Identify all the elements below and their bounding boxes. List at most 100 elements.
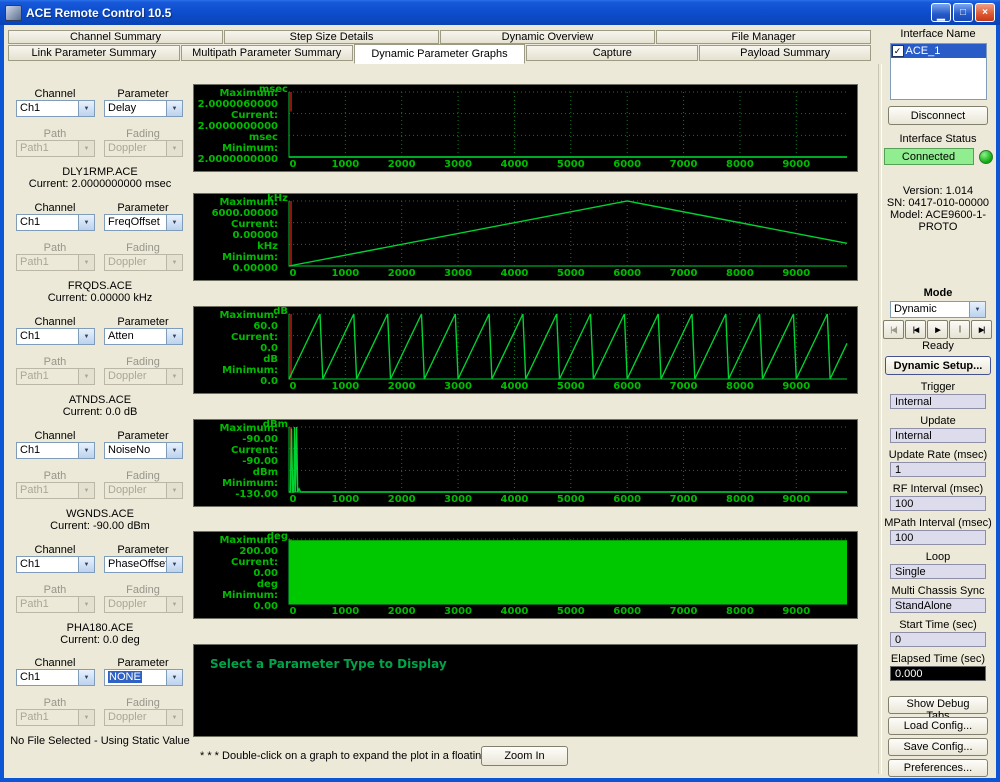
- field-trigger[interactable]: Internal: [890, 394, 986, 409]
- interface-list-item[interactable]: ✓ ACE_1: [891, 44, 986, 58]
- channel-select[interactable]: Ch1▼: [16, 669, 95, 686]
- svg-text:3000: 3000: [444, 159, 472, 170]
- chevron-down-icon[interactable]: ▼: [78, 557, 94, 572]
- load-config-button[interactable]: Load Config...: [888, 717, 988, 735]
- graph-noiseno[interactable]: 0100020003000400050006000700080009000Max…: [193, 419, 858, 507]
- graph-current-label: Current:0.0dB: [194, 332, 278, 365]
- interval-fields: TriggerInternalUpdateInternalUpdate Rate…: [880, 375, 996, 681]
- graph-phaseoffset[interactable]: 0100020003000400050006000700080009000Max…: [193, 531, 858, 619]
- graph-freqoffset[interactable]: 0100020003000400050006000700080009000Max…: [193, 193, 858, 281]
- svg-text:4000: 4000: [501, 159, 529, 170]
- chevron-down-icon[interactable]: ▼: [166, 557, 182, 572]
- svg-text:6000: 6000: [613, 381, 641, 392]
- chevron-down-icon[interactable]: ▼: [78, 215, 94, 230]
- chevron-down-icon[interactable]: ▼: [78, 670, 94, 685]
- graph-plot[interactable]: 0100020003000400050006000700080009000: [194, 532, 857, 618]
- current-value: Current: -90.00 dBm: [8, 520, 192, 532]
- combo-value: Doppler: [105, 141, 166, 156]
- svg-text:4000: 4000: [501, 268, 529, 279]
- transport-step-back-button[interactable]: |◀: [905, 320, 926, 339]
- svg-text:1000: 1000: [331, 381, 359, 392]
- tab-file-manager[interactable]: File Manager: [656, 30, 871, 44]
- tab-dynamic-parameter-graphs[interactable]: Dynamic Parameter Graphs: [354, 44, 526, 64]
- field-label-start-time-sec: Start Time (sec): [899, 619, 977, 631]
- tab-channel-summary[interactable]: Channel Summary: [8, 30, 223, 44]
- field-label: Path: [16, 356, 94, 368]
- chevron-down-icon[interactable]: ▼: [166, 670, 182, 685]
- field-loop[interactable]: Single: [890, 564, 986, 579]
- tab-capture[interactable]: Capture: [526, 45, 698, 61]
- parameter-select[interactable]: FreqOffset▼: [104, 214, 183, 231]
- current-value: Current: 0.0 dB: [8, 406, 192, 418]
- transport-skip-end-button[interactable]: ▶|: [971, 320, 992, 339]
- field-rf-interval-msec[interactable]: 100: [890, 496, 986, 511]
- chevron-down-icon[interactable]: ▼: [166, 443, 182, 458]
- parameter-select[interactable]: Delay▼: [104, 100, 183, 117]
- graph-none[interactable]: Select a Parameter Type to Display: [193, 644, 858, 737]
- zoom-in-button[interactable]: Zoom In: [481, 746, 568, 766]
- tab-multipath-parameter-summary[interactable]: Multipath Parameter Summary: [181, 45, 353, 61]
- minimize-button[interactable]: ▁: [931, 3, 951, 22]
- mode-select[interactable]: Dynamic ▼: [890, 301, 986, 318]
- show-debug-tabs-button[interactable]: Show Debug Tabs: [888, 696, 988, 714]
- parameter-select[interactable]: PhaseOffset▼: [104, 556, 183, 573]
- svg-text:5000: 5000: [557, 381, 585, 392]
- graphs-area: 0100020003000400050006000700080009000Max…: [193, 0, 858, 782]
- field-label-multi-chassis-sync: Multi Chassis Sync: [892, 585, 985, 597]
- chevron-down-icon: ▼: [78, 483, 94, 498]
- current-value: Current: 0.00000 kHz: [8, 292, 192, 304]
- channel-select[interactable]: Ch1▼: [16, 442, 95, 459]
- parameter-select[interactable]: NONE▼: [104, 669, 183, 686]
- fading-parameter-select: Doppler▼: [104, 709, 183, 726]
- parameter-select[interactable]: Atten▼: [104, 328, 183, 345]
- interface-list[interactable]: ✓ ACE_1: [890, 43, 987, 100]
- file-name: WGNDS.ACE: [8, 508, 192, 520]
- channel-select[interactable]: Ch1▼: [16, 556, 95, 573]
- field-start-time-sec[interactable]: 0: [890, 632, 986, 647]
- tab-step-size-details[interactable]: Step Size Details: [224, 30, 439, 44]
- parameter-select[interactable]: NoiseNo▼: [104, 442, 183, 459]
- chevron-down-icon[interactable]: ▼: [969, 302, 985, 317]
- tab-dynamic-overview[interactable]: Dynamic Overview: [440, 30, 655, 44]
- chevron-down-icon: ▼: [78, 597, 94, 612]
- path-select: Path1▼: [16, 254, 95, 271]
- chevron-down-icon[interactable]: ▼: [78, 329, 94, 344]
- field-mpath-interval-msec[interactable]: 100: [890, 530, 986, 545]
- chevron-down-icon[interactable]: ▼: [166, 215, 182, 230]
- field-update-rate-msec[interactable]: 1: [890, 462, 986, 477]
- field-label: Channel: [16, 544, 94, 556]
- channel-select[interactable]: Ch1▼: [16, 100, 95, 117]
- channel-select[interactable]: Ch1▼: [16, 328, 95, 345]
- chevron-down-icon[interactable]: ▼: [166, 329, 182, 344]
- parameter-group-3: ChannelParameterPathFading ParameterCh1▼…: [8, 316, 192, 420]
- tab-link-parameter-summary[interactable]: Link Parameter Summary: [8, 45, 180, 61]
- chevron-down-icon[interactable]: ▼: [78, 101, 94, 116]
- combo-value: Ch1: [17, 329, 78, 344]
- graph-delay[interactable]: 0100020003000400050006000700080009000Max…: [193, 84, 858, 172]
- channel-select[interactable]: Ch1▼: [16, 214, 95, 231]
- interface-checkbox[interactable]: ✓: [892, 45, 904, 57]
- disconnect-button[interactable]: Disconnect: [888, 106, 988, 125]
- graph-atten[interactable]: 0100020003000400050006000700080009000Max…: [193, 306, 858, 394]
- graph-plot[interactable]: 0100020003000400050006000700080009000: [194, 307, 857, 393]
- transport-pause-button: ||: [949, 320, 970, 339]
- graph-plot[interactable]: 0100020003000400050006000700080009000: [194, 85, 857, 171]
- graph-plot[interactable]: 0100020003000400050006000700080009000: [194, 420, 857, 506]
- window-border-left: [0, 25, 4, 782]
- transport-play-button[interactable]: ▶: [927, 320, 948, 339]
- close-button[interactable]: ×: [975, 3, 995, 22]
- chevron-down-icon[interactable]: ▼: [78, 443, 94, 458]
- graph-plot[interactable]: 0100020003000400050006000700080009000: [194, 194, 857, 280]
- dynamic-setup-button[interactable]: Dynamic Setup...: [885, 356, 991, 375]
- status-badge: Connected: [884, 148, 974, 165]
- chevron-down-icon[interactable]: ▼: [166, 101, 182, 116]
- field-multi-chassis-sync[interactable]: StandAlone: [890, 598, 986, 613]
- preferences-button[interactable]: Preferences...: [888, 759, 988, 777]
- tab-payload-summary[interactable]: Payload Summary: [699, 45, 871, 61]
- maximize-button[interactable]: □: [953, 3, 973, 22]
- save-config-button[interactable]: Save Config...: [888, 738, 988, 756]
- chevron-down-icon: ▼: [166, 255, 182, 270]
- svg-text:8000: 8000: [726, 381, 754, 392]
- field-elapsed-time-sec[interactable]: 0.000: [890, 666, 986, 681]
- field-update[interactable]: Internal: [890, 428, 986, 443]
